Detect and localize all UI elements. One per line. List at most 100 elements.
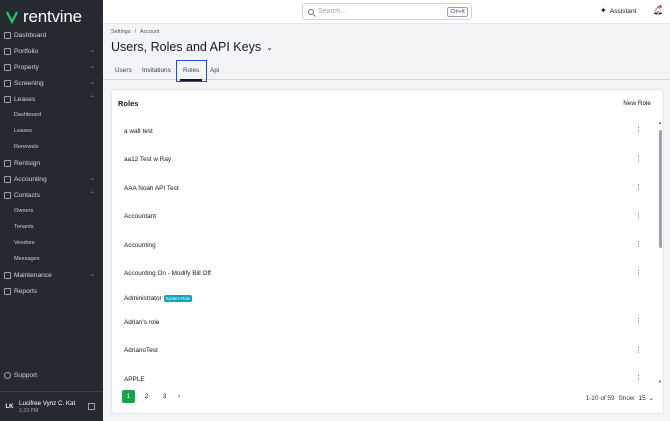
scroll-down-icon[interactable]: ▼ [658, 379, 662, 384]
scrollbar[interactable]: ▲ ▼ [658, 120, 662, 384]
card-title: Roles [118, 99, 139, 108]
page-button-2[interactable]: 2 [140, 390, 153, 403]
page-button-3[interactable]: 3 [158, 390, 171, 403]
more-options-icon[interactable]: ⋮ [635, 127, 642, 134]
rentsign-icon [4, 159, 11, 167]
sidebar-item-dashboard[interactable]: Dashboard [0, 27, 103, 43]
sidebar-subitem-owners[interactable]: Owners [0, 203, 103, 219]
list-item[interactable]: Accounting ⋮ [118, 232, 653, 258]
new-role-button[interactable]: New Role [623, 100, 651, 107]
list-item[interactable]: Administrator System Role [118, 285, 653, 311]
help-icon [4, 371, 11, 379]
sidebar-item-maintenance[interactable]: Maintenance ⌄ [0, 267, 103, 283]
list-item[interactable]: a walt test ⋮ [118, 118, 653, 144]
search-input[interactable] [318, 8, 448, 15]
sidebar-item-rentsign[interactable]: Rentsign [0, 155, 103, 171]
page-size-select[interactable]: 15 ⌄ [639, 394, 654, 403]
scroll-thumb[interactable] [659, 130, 662, 248]
sidebar-item-accounting[interactable]: Accounting ⌄ [0, 171, 103, 187]
sidebar-item-label: Contacts [14, 191, 41, 199]
sidebar-subitem-renewals[interactable]: Renewals [0, 139, 103, 155]
sidebar-item-label: Reports [14, 287, 38, 295]
next-page-icon[interactable]: › [178, 393, 180, 400]
list-item[interactable]: AAA Noah API Test ⋮ [118, 175, 653, 201]
leases-icon [4, 95, 11, 103]
assistant-button[interactable]: ✦ Assistant [600, 7, 636, 15]
list-item[interactable]: Accountant ⋮ [118, 204, 653, 230]
scroll-up-icon[interactable]: ▲ [658, 120, 662, 125]
sidebar-item-contacts[interactable]: Contacts ⌃ [0, 187, 103, 203]
role-name: AAA Noah API Test [124, 184, 179, 192]
portfolio-icon [4, 47, 11, 55]
more-options-icon[interactable]: ⋮ [635, 213, 642, 220]
more-options-icon[interactable]: ⋮ [635, 270, 642, 277]
reports-icon [4, 287, 11, 295]
tab-invitations[interactable]: Invitations [142, 67, 171, 74]
more-options-icon[interactable]: ⋮ [635, 184, 642, 191]
sidebar-collapse-icon[interactable] [88, 403, 95, 410]
assistant-label: Assistant [609, 7, 637, 15]
user-time: 1:23 PM [19, 407, 39, 414]
role-name: Adrian's role [124, 318, 160, 326]
sidebar-subitem-leases[interactable]: Leases [0, 123, 103, 139]
sidebar-subitem-vendors[interactable]: Vendors [0, 235, 103, 251]
brand-logo[interactable]: rentvine [0, 0, 103, 26]
sidebar-item-reports[interactable]: Reports [0, 283, 103, 299]
brand-name: rentvine [23, 6, 82, 26]
sidebar-subitem-dashboard[interactable]: Dashboard [0, 107, 103, 123]
accounting-icon [4, 175, 11, 183]
pagination: 1 2 3 › [122, 390, 180, 403]
sidebar-item-label: Rentsign [14, 159, 41, 167]
more-options-icon[interactable]: ⋮ [635, 375, 642, 382]
role-name: AdrianoTest [124, 347, 158, 354]
list-item[interactable]: APPLE ⋮ [118, 366, 653, 392]
search-box[interactable]: Ctrl+K [302, 3, 472, 20]
breadcrumb: Settings / Account [111, 29, 159, 35]
more-options-icon[interactable]: ⋮ [635, 241, 642, 248]
sidebar-item-label: Leases [14, 95, 36, 103]
list-item[interactable]: Accounting On - Modify Bill Off ⋮ [118, 261, 653, 287]
tab-users[interactable]: Users [115, 67, 132, 74]
roles-card: Roles New Role a walt test ⋮ aa12 Test w R… [111, 89, 664, 414]
sidebar-subitem-tenants[interactable]: Tenants [0, 219, 103, 235]
tab-api[interactable]: Api [210, 67, 219, 74]
list-item[interactable]: Adrian's role ⋮ [118, 309, 653, 335]
chevron-up-icon: ⌃ [89, 192, 95, 198]
sidebar-item-screening[interactable]: Screening ⌄ [0, 75, 103, 91]
breadcrumb-account[interactable]: Account [140, 29, 159, 35]
result-range: 1-20 of 59 [585, 394, 615, 402]
breadcrumb-settings[interactable]: Settings [111, 29, 130, 35]
rentvine-logo-icon [6, 11, 18, 24]
pagination-info: 1-20 of 59 Show 15 ⌄ [585, 394, 654, 403]
system-role-badge: System Role [163, 294, 193, 302]
notification-dot [659, 5, 662, 8]
role-name: APPLE [124, 375, 145, 383]
search-icon [308, 8, 314, 15]
list-item[interactable]: aa12 Test w Ray ⋮ [118, 147, 653, 173]
sidebar-subitem-messages[interactable]: Messages [0, 251, 103, 267]
sidebar: rentvine Dashboard Portfolio ⌄ Property ⌄ Scr… [0, 0, 103, 421]
more-options-icon[interactable]: ⋮ [635, 156, 642, 163]
property-icon [4, 63, 11, 71]
sidebar-item-portfolio[interactable]: Portfolio ⌄ [0, 43, 103, 59]
sidebar-item-label: Support [14, 371, 38, 379]
shortcut-badge: Ctrl+K [447, 6, 468, 17]
chevron-up-icon: ⌃ [89, 96, 95, 102]
sidebar-item-support[interactable]: Support [0, 367, 103, 383]
more-options-icon[interactable]: ⋮ [635, 318, 642, 325]
sidebar-item-leases[interactable]: Leases ⌃ [0, 91, 103, 107]
role-name: Accounting [124, 241, 156, 249]
contacts-icon [4, 191, 11, 199]
list-item[interactable]: AdrianoTest ⋮ [118, 338, 653, 364]
sparkle-icon: ✦ [600, 6, 607, 15]
more-options-icon[interactable]: ⋮ [635, 347, 642, 354]
sidebar-nav: Dashboard Portfolio ⌄ Property ⌄ Screening ⌄ Le… [0, 27, 103, 299]
page-title[interactable]: Users, Roles and API Keys ⌄ [111, 40, 273, 54]
dashboard-icon [4, 31, 11, 39]
chevron-down-icon: ⌄ [89, 272, 95, 278]
screening-icon [4, 79, 11, 87]
user-profile[interactable]: LK Lucifree Vynz C. Kat 1:23 PM [0, 391, 103, 421]
sidebar-item-label: Portfolio [14, 47, 39, 55]
page-button-1[interactable]: 1 [122, 390, 135, 403]
sidebar-item-property[interactable]: Property ⌄ [0, 59, 103, 75]
